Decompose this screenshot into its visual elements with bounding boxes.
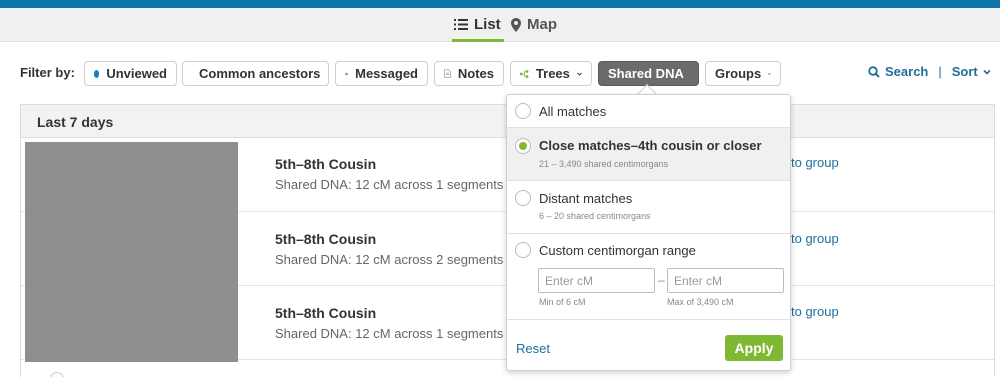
range-dash: –: [658, 273, 665, 287]
chip-label: Messaged: [355, 66, 418, 81]
filter-messaged-button[interactable]: Messaged: [335, 61, 428, 86]
link-separator: |: [938, 64, 942, 79]
filter-unviewed-button[interactable]: Unviewed: [84, 61, 177, 86]
chip-label: Shared DNA: [608, 66, 684, 81]
filter-bar: Filter by: Unviewed Common ancestors Mes…: [0, 42, 1000, 104]
sort-link[interactable]: Sort: [952, 64, 991, 79]
tab-map-label: Map: [527, 16, 557, 33]
view-tabs: List Map: [0, 8, 1000, 42]
search-sort-links: Search | Sort: [868, 64, 991, 79]
relationship-label: 5th–8th Cousin: [275, 305, 377, 321]
option-label: All matches: [539, 104, 607, 119]
tab-map[interactable]: Map: [511, 16, 557, 42]
shared-dna-value: Shared DNA: 12 cM across 2 segments: [275, 252, 504, 267]
radio-button-selected[interactable]: [515, 138, 531, 154]
section-title: Last 7 days: [37, 114, 114, 130]
shared-dna-text: Shared DNA: 12 cM across 1 segments i: [275, 326, 521, 341]
filter-groups-button[interactable]: Groups: [705, 61, 781, 86]
chip-label: Groups: [715, 66, 762, 81]
option-label: Close matches–4th cousin or closer: [539, 138, 762, 153]
search-icon: [868, 65, 880, 78]
match-photo-placeholder: [25, 142, 238, 362]
option-all-matches[interactable]: All matches: [507, 95, 790, 128]
relationship-label: 5th–8th Cousin: [275, 156, 377, 172]
chip-label: Unviewed: [106, 66, 167, 81]
filter-common-ancestors-button[interactable]: Common ancestors: [182, 61, 329, 86]
chip-label: Trees: [535, 66, 570, 81]
chevron-down-icon: [768, 72, 771, 75]
radio-button[interactable]: [515, 242, 531, 258]
tab-list[interactable]: List: [452, 16, 504, 42]
shared-dna-value: Shared DNA: 12 cM across 1 segments: [275, 177, 504, 192]
relationship-label: 5th–8th Cousin: [275, 231, 377, 247]
add-to-group-link[interactable]: to group: [791, 304, 839, 319]
search-label: Search: [885, 64, 929, 79]
tree-icon: [520, 69, 529, 78]
min-cm-hint: Min of 6 cM: [539, 297, 586, 307]
option-range: 21 – 3,490 shared centimorgans: [539, 159, 669, 169]
chip-label: Common ancestors: [199, 66, 321, 81]
filter-by-label: Filter by:: [20, 65, 75, 80]
max-cm-hint: Max of 3,490 cM: [667, 297, 734, 307]
list-icon: [454, 19, 468, 30]
shared-dna-text: Shared DNA: 12 cM across 1 segments i: [275, 177, 521, 192]
shared-dna-value: Shared DNA: 12 cM across 1 segments: [275, 326, 504, 341]
chip-label: Notes: [457, 66, 494, 81]
shared-dna-dropdown: All matches Close matches–4th cousin or …: [506, 94, 791, 371]
note-icon: [444, 69, 451, 78]
filter-trees-button[interactable]: Trees: [510, 61, 592, 86]
tab-list-label: List: [474, 16, 501, 33]
add-to-group-link[interactable]: to group: [791, 155, 839, 170]
radio-button[interactable]: [515, 103, 531, 119]
apply-button[interactable]: Apply: [725, 335, 783, 361]
blue-dot-icon: [94, 69, 100, 78]
map-pin-icon: [511, 18, 521, 32]
option-label: Custom centimorgan range: [539, 243, 696, 258]
envelope-icon: [345, 72, 349, 75]
min-cm-input[interactable]: [538, 268, 655, 293]
chevron-down-icon: [577, 72, 582, 76]
shared-dna-text: Shared DNA: 12 cM across 2 segments i: [275, 252, 521, 267]
filter-notes-button[interactable]: Notes: [434, 61, 504, 86]
reset-link[interactable]: Reset: [516, 341, 550, 356]
option-distant-matches[interactable]: Distant matches 6 – 20 shared centimorga…: [507, 181, 790, 234]
filter-shared-dna-button[interactable]: Shared DNA: [598, 61, 699, 86]
radio-button[interactable]: [515, 190, 531, 206]
sort-label: Sort: [951, 64, 978, 79]
search-link[interactable]: Search: [868, 64, 928, 79]
option-close-matches[interactable]: Close matches–4th cousin or closer 21 – …: [507, 128, 790, 181]
chevron-down-icon: [983, 69, 991, 75]
top-brand-bar: [0, 0, 1000, 8]
add-to-group-link[interactable]: to group: [791, 231, 839, 246]
option-label: Distant matches: [539, 191, 633, 206]
max-cm-input[interactable]: [667, 268, 784, 293]
option-range: 6 – 20 shared centimorgans: [539, 211, 651, 221]
